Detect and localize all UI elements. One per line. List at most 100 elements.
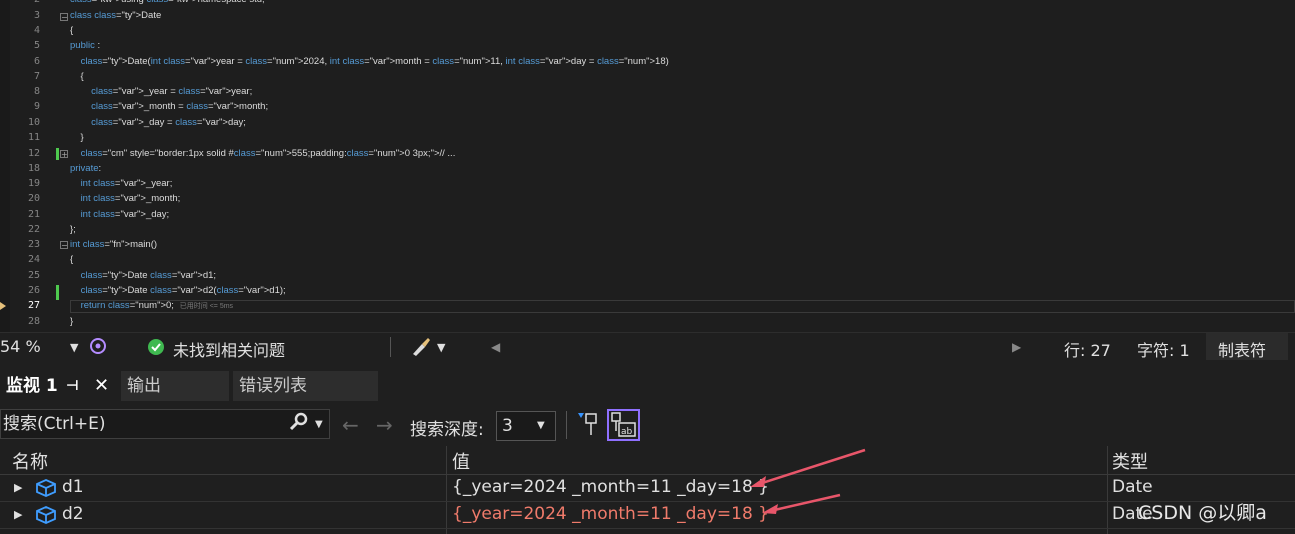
code-line[interactable]: class class="ty">Date <box>70 10 161 22</box>
search-input[interactable]: 搜索(Ctrl+E) ▼ <box>0 409 330 439</box>
code-line[interactable]: int class="var">_day; <box>70 209 170 221</box>
code-line[interactable]: } <box>70 132 84 144</box>
fold-toggle-icon[interactable]: + <box>60 150 68 159</box>
divider <box>390 337 391 357</box>
line-number: 2 <box>10 0 40 6</box>
pin-icon[interactable]: ⊣ <box>66 371 79 401</box>
watch-type: Date <box>1112 477 1153 497</box>
code-line[interactable]: public : <box>70 40 100 52</box>
tab-mode-indicator[interactable]: 制表符 <box>1218 337 1266 361</box>
table-row[interactable]: ▶ d1 {_year=2024 _month=11 _day=18 } Dat… <box>0 475 1295 502</box>
change-marker <box>56 285 59 300</box>
watch-grid-header: 名称 值 类型 <box>0 446 1295 475</box>
line-number: 26 <box>27 285 40 296</box>
svg-text:ab: ab <box>621 427 633 437</box>
scroll-left-icon[interactable]: ◀ <box>491 340 500 354</box>
watermark: CSDN @以卿a <box>1138 502 1267 524</box>
search-options-dropdown-icon[interactable]: ▼ <box>315 411 323 439</box>
search-depth-label: 搜索深度: <box>410 420 484 440</box>
line-number: 24 <box>27 254 40 265</box>
line-number: 18 <box>27 163 40 174</box>
code-line[interactable]: class="ty">Date class="var">d1; <box>70 270 217 282</box>
chevron-down-icon: ▼ <box>537 420 545 431</box>
back-arrow-icon[interactable]: ← <box>342 413 359 437</box>
code-line[interactable]: { <box>70 254 73 266</box>
line-indicator[interactable]: 行: 27 <box>1064 337 1111 361</box>
tab-output[interactable]: 输出 <box>121 371 229 401</box>
code-line[interactable]: class="var">_year = class="var">year; <box>70 86 252 98</box>
pin-to-source-icon[interactable] <box>576 411 600 441</box>
show-raw-values-toggle[interactable]: ab <box>607 409 640 441</box>
issues-status[interactable]: 未找到相关问题 <box>173 337 285 361</box>
brush-dropdown-icon[interactable]: ▼ <box>437 341 445 354</box>
fold-toggle-icon[interactable]: − <box>60 241 68 250</box>
line-number: 27 <box>27 300 40 311</box>
code-line[interactable]: private: <box>70 163 101 175</box>
search-icon[interactable] <box>288 411 310 442</box>
elapsed-time-hint: 已用时间 <= 5ms <box>173 303 234 310</box>
close-icon[interactable]: ✕ <box>94 371 109 401</box>
expand-arrow-icon[interactable]: ▶ <box>14 508 22 521</box>
line-number: 8 <box>33 86 40 97</box>
code-line[interactable]: class="var">_month = class="var">month; <box>70 101 268 113</box>
code-editor[interactable]: − + − 2 class="kw">using class="kw">names… <box>0 0 1295 332</box>
fold-toggle-icon[interactable]: − <box>60 13 68 22</box>
line-number: 20 <box>27 193 40 204</box>
code-line[interactable]: class="var">_day = class="var">day; <box>70 117 246 129</box>
line-number: 9 <box>33 101 40 112</box>
line-number: 7 <box>33 71 40 82</box>
line-number: 12 <box>27 148 40 159</box>
copilot-icon[interactable] <box>88 336 108 360</box>
line-number: 25 <box>27 270 40 281</box>
code-line[interactable]: }; <box>70 224 76 236</box>
code-line[interactable]: } <box>70 316 73 328</box>
zoom-dropdown-icon[interactable]: ▼ <box>70 341 78 354</box>
code-line[interactable]: class="cm" style="border:1px solid #clas… <box>70 148 456 160</box>
tab-watch-1[interactable]: 监视 1 ⊣ ✕ <box>0 371 118 401</box>
search-depth-select[interactable]: 3 ▼ <box>496 411 556 441</box>
code-line[interactable]: int class="var">_year; <box>70 178 173 190</box>
column-header-name[interactable]: 名称 <box>12 448 48 474</box>
scroll-right-icon[interactable]: ▶ <box>1012 340 1021 354</box>
divider <box>566 411 567 439</box>
line-number: 4 <box>33 25 40 36</box>
zoom-level[interactable]: 54 % <box>0 337 41 356</box>
indicator-margin <box>0 0 10 332</box>
line-number: 3 <box>33 10 40 21</box>
tab-error-list[interactable]: 错误列表 <box>233 371 378 401</box>
line-number: 19 <box>27 178 40 189</box>
line-number: 21 <box>27 209 40 220</box>
line-number: 5 <box>33 40 40 51</box>
check-icon <box>147 338 165 360</box>
code-line[interactable]: class="ty">Date(int class="var">year = c… <box>70 56 669 68</box>
code-line[interactable]: { <box>70 25 73 37</box>
column-header-value[interactable]: 值 <box>452 448 470 474</box>
line-number: 22 <box>27 224 40 235</box>
watch-value[interactable]: {_year=2024 _month=11 _day=18 } <box>452 477 769 497</box>
watch-value-changed[interactable]: {_year=2024 _month=11 _day=18 } <box>452 504 769 524</box>
class-object-icon <box>35 505 57 530</box>
code-line[interactable]: return class="num">0; 已用时间 <= 5ms <box>70 300 234 313</box>
code-line[interactable]: int class="var">_month; <box>70 193 181 205</box>
change-marker <box>56 148 59 160</box>
tool-window-tabs: 监视 1 ⊣ ✕ 输出 错误列表 <box>0 368 1295 402</box>
watch-toolbar: 搜索(Ctrl+E) ▼ ← → 搜索深度: 3 ▼ ab <box>0 405 1295 445</box>
expand-arrow-icon[interactable]: ▶ <box>14 481 22 494</box>
code-line[interactable]: class="kw">using class="kw">namespace st… <box>70 0 265 6</box>
code-line[interactable]: int class="fn">main() <box>70 239 157 251</box>
code-line[interactable]: class="ty">Date class="var">d2(class="va… <box>70 285 286 297</box>
line-number: 6 <box>33 56 40 67</box>
char-indicator[interactable]: 字符: 1 <box>1137 337 1190 361</box>
watch-name[interactable]: d1 <box>62 477 84 497</box>
brush-icon[interactable] <box>410 336 432 360</box>
code-line[interactable]: { <box>70 71 84 83</box>
watch-name[interactable]: d2 <box>62 504 84 524</box>
class-object-icon <box>35 478 57 503</box>
forward-arrow-icon[interactable]: → <box>376 413 393 437</box>
line-number: 11 <box>27 132 40 143</box>
line-number: 28 <box>27 316 40 327</box>
line-number: 10 <box>27 117 40 128</box>
column-header-type[interactable]: 类型 <box>1112 448 1148 474</box>
table-row[interactable]: ▶ d2 {_year=2024 _month=11 _day=18 } Dat… <box>0 502 1295 529</box>
editor-status-bar: 54 % ▼ 未找到相关问题 ▼ ◀ ▶ 行: 27 字符: 1 制表符 <box>0 332 1295 361</box>
